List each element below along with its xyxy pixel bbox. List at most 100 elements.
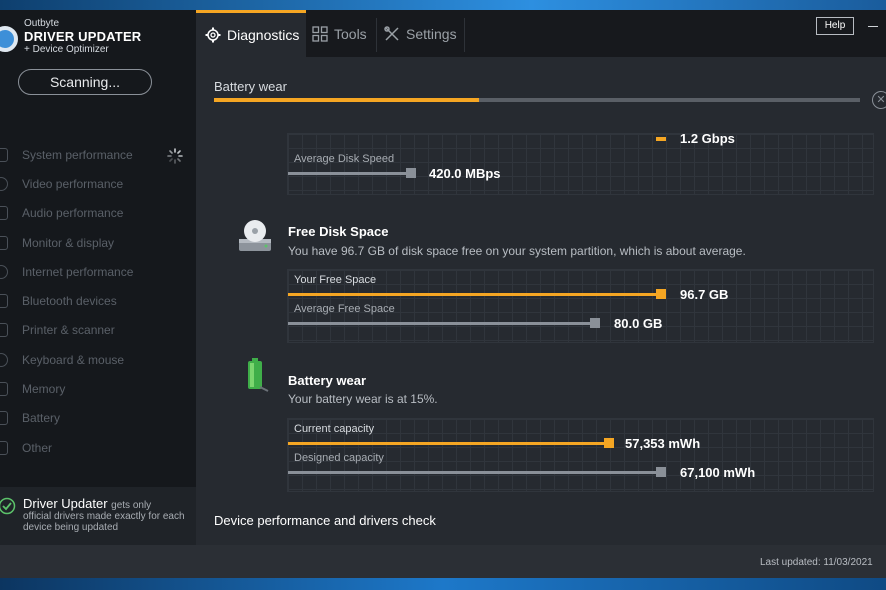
- scanning-button[interactable]: Scanning...: [18, 69, 152, 95]
- promo-title: Driver Updater gets only: [23, 496, 152, 511]
- bar-line: [288, 442, 608, 445]
- bar-row-your-free-space: Your Free Space 96.7 GB: [288, 271, 875, 302]
- sidebar-item-label: Video performance: [22, 176, 124, 191]
- tab-label: Tools: [334, 25, 367, 42]
- sidebar-item-label: Monitor & display: [22, 235, 115, 250]
- section-title: Free Disk Space: [288, 224, 389, 239]
- section-description: Your battery wear is at 15%.: [288, 392, 438, 406]
- sidebar-item-label: Internet performance: [22, 264, 134, 279]
- brand-company: Outbyte: [24, 18, 60, 29]
- wrench-icon: [384, 25, 399, 41]
- sidebar-item-label: Printer & scanner: [22, 323, 115, 338]
- section-description: You have 96.7 GB of disk space free on y…: [288, 244, 746, 258]
- gear-icon: [205, 27, 221, 43]
- bar-label: Your Free Space: [294, 274, 377, 286]
- bar-line: [288, 322, 594, 325]
- device-check-heading: Device performance and drivers check: [214, 513, 436, 528]
- tab-divider: [376, 18, 377, 52]
- display-icon: [0, 235, 8, 250]
- sidebar-item-label: Battery: [22, 411, 61, 426]
- sidebar-item-keyboard-mouse[interactable]: Keyboard & mouse: [0, 345, 196, 374]
- bar-value: 1.2 Gbps: [680, 131, 735, 146]
- bar-label: Designed capacity: [294, 452, 384, 464]
- tab-label: Settings: [406, 25, 457, 42]
- minimize-button[interactable]: [868, 26, 878, 27]
- status-bar: Last updated: 11/03/2021: [0, 545, 886, 578]
- monitor-icon: [0, 147, 8, 162]
- app-window: Outbyte DRIVER UPDATER + Device Optimize…: [0, 10, 886, 578]
- tab-tools[interactable]: Tools: [312, 10, 376, 57]
- shield-check-icon: [0, 497, 16, 515]
- partial-bar-row: 1.2 Gbps: [288, 121, 875, 151]
- brand: Outbyte DRIVER UPDATER + Device Optimize…: [0, 18, 196, 58]
- disk-drive-icon: [239, 220, 271, 251]
- close-icon[interactable]: ✕: [872, 91, 886, 109]
- battery-icon: [0, 411, 8, 426]
- bar-marker: [604, 438, 614, 448]
- sidebar-item-other[interactable]: Other: [0, 433, 196, 462]
- bar-label: Average Free Space: [294, 303, 395, 315]
- sidebar-nav: System performance Video performance Aud…: [0, 140, 196, 462]
- sidebar-item-label: Keyboard & mouse: [22, 352, 125, 367]
- bar-marker: [656, 467, 666, 477]
- tab-label: Diagnostics: [227, 27, 300, 43]
- video-icon: [0, 176, 8, 191]
- bar-marker: [656, 137, 666, 141]
- printer-icon: [0, 323, 8, 338]
- bar-line: [288, 471, 660, 474]
- promo-banner: Driver Updater gets only official driver…: [0, 487, 196, 545]
- keyboard-icon: [0, 352, 8, 367]
- app-logo-icon: [0, 26, 18, 52]
- bar-row-current-capacity: Current capacity 57,353 mWh: [288, 420, 875, 451]
- globe-icon: [0, 264, 8, 279]
- last-updated-text: Last updated: 11/03/2021: [760, 557, 873, 568]
- battery-icon: [248, 358, 269, 392]
- section-title: Battery wear: [288, 373, 367, 388]
- other-icon: [0, 440, 8, 455]
- sidebar-item-video-performance[interactable]: Video performance: [0, 169, 196, 198]
- bar-line: [288, 172, 408, 175]
- sidebar-item-label: Bluetooth devices: [22, 294, 117, 309]
- diagnostics-panel: Battery wear ✕ 1.2 Gbps Average Disk Spe…: [196, 57, 886, 545]
- progress-label: Battery wear: [214, 79, 287, 94]
- help-button[interactable]: Help: [816, 17, 854, 35]
- bar-marker: [406, 168, 416, 178]
- sidebar-item-printer-scanner[interactable]: Printer & scanner: [0, 316, 196, 345]
- bar-marker: [590, 318, 600, 328]
- sidebar-item-memory[interactable]: Memory: [0, 374, 196, 403]
- loading-spinner-icon: [167, 148, 183, 164]
- sidebar-item-system-performance[interactable]: System performance: [0, 140, 196, 169]
- scan-progress-bar: [214, 98, 860, 102]
- sidebar-item-label: Memory: [22, 382, 66, 397]
- sidebar-item-bluetooth-devices[interactable]: Bluetooth devices: [0, 286, 196, 315]
- bar-row-designed-capacity: Designed capacity 67,100 mWh: [288, 449, 875, 480]
- bar-line: [288, 293, 660, 296]
- bar-label: Average Disk Speed: [294, 153, 395, 165]
- sidebar-item-label: Other: [22, 440, 53, 455]
- sidebar-item-label: System performance: [22, 147, 133, 162]
- bar-row-average-disk-speed: Average Disk Speed 420.0 MBps: [288, 150, 875, 181]
- sidebar-item-internet-performance[interactable]: Internet performance: [0, 257, 196, 286]
- brand-product: DRIVER UPDATER: [24, 29, 142, 44]
- bar-value: 67,100 mWh: [680, 465, 756, 480]
- bar-label: Current capacity: [294, 423, 375, 435]
- bar-row-average-free-space: Average Free Space 80.0 GB: [288, 300, 875, 331]
- sidebar-item-audio-performance[interactable]: Audio performance: [0, 199, 196, 228]
- bar-value: 80.0 GB: [614, 316, 663, 331]
- memory-icon: [0, 382, 8, 397]
- bar-marker: [656, 289, 666, 299]
- free-space-chart: Your Free Space 96.7 GB Average Free Spa…: [287, 269, 874, 343]
- top-toolbar: Diagnostics Tools Settings Help: [196, 10, 886, 57]
- sidebar-item-label: Audio performance: [22, 206, 124, 221]
- grid-icon: [312, 25, 328, 42]
- sidebar: Outbyte DRIVER UPDATER + Device Optimize…: [0, 10, 196, 545]
- sidebar-item-monitor-display[interactable]: Monitor & display: [0, 228, 196, 257]
- disk-speed-chart: 1.2 Gbps Average Disk Speed 420.0 MBps: [287, 131, 875, 195]
- sidebar-item-battery[interactable]: Battery: [0, 404, 196, 433]
- bar-value: 420.0 MBps: [429, 166, 501, 181]
- tab-diagnostics[interactable]: Diagnostics: [196, 10, 306, 57]
- tab-divider: [464, 18, 465, 52]
- tab-settings[interactable]: Settings: [384, 10, 464, 57]
- desktop-wallpaper-top: [0, 0, 886, 10]
- speaker-icon: [0, 206, 8, 221]
